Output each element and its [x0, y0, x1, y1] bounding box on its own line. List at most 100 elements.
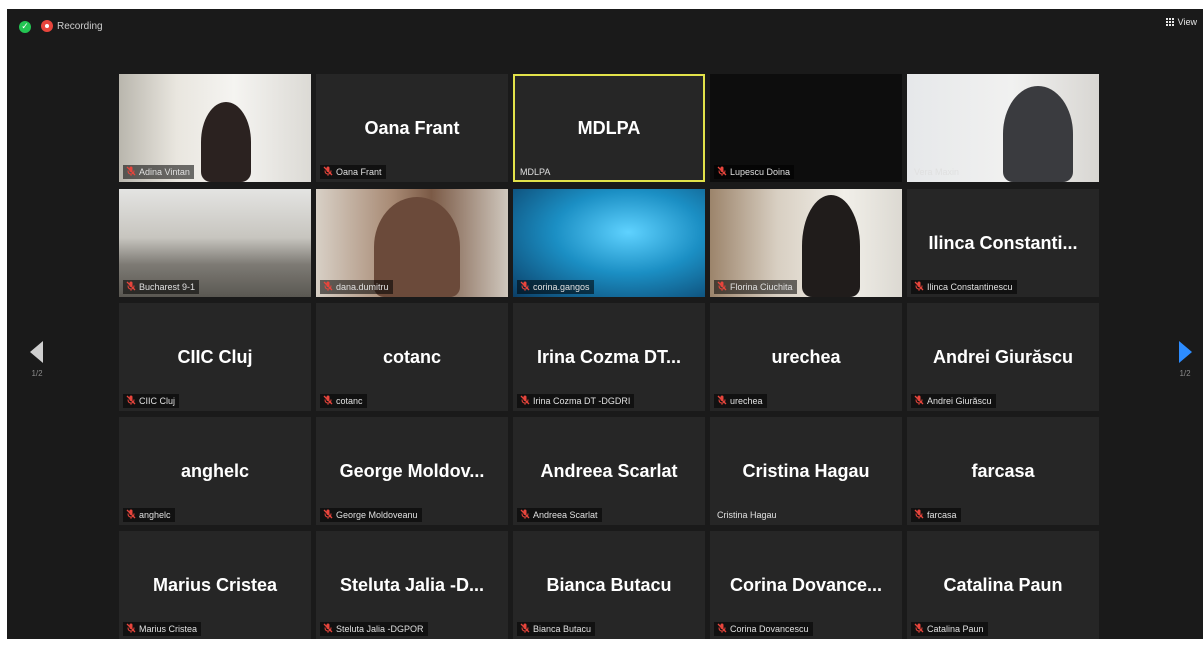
participant-tile[interactable]: Marius Cristea Marius Cristea: [119, 531, 311, 639]
muted-mic-icon: [717, 166, 730, 177]
view-button[interactable]: View: [1165, 17, 1197, 28]
participant-tile[interactable]: Ilinca Constanti... Ilinca Constantinescu: [907, 189, 1099, 297]
participant-name: Bucharest 9-1: [139, 282, 196, 292]
participant-name-label: Steluta Jalia -DGPOR: [320, 622, 428, 636]
person-silhouette: [802, 195, 860, 297]
participant-name: George Moldoveanu: [336, 510, 418, 520]
participant-name-label: Bucharest 9-1: [123, 280, 200, 294]
participant-display-name: Ilinca Constanti...: [928, 233, 1078, 253]
participant-tile[interactable]: Lupescu Doina: [710, 74, 902, 182]
participant-display-name: George Moldov...: [339, 461, 485, 481]
participant-name: CIIC Cluj: [139, 396, 176, 406]
participant-name-label: urechea: [714, 394, 767, 408]
participant-name: urechea: [730, 396, 763, 406]
participant-display-name: Corina Dovance...: [729, 575, 883, 595]
top-bar: ✓ Recording View: [7, 9, 1203, 49]
participant-name: anghelc: [139, 510, 171, 520]
participant-name: Irina Cozma DT -DGDRI: [533, 396, 631, 406]
participant-name: dana.dumitru: [336, 282, 389, 292]
previous-page-button[interactable]: 1/2: [25, 341, 49, 378]
participant-name: Oana Frant: [336, 167, 382, 177]
muted-mic-icon: [717, 281, 730, 292]
muted-mic-icon: [717, 623, 730, 634]
muted-mic-icon: [323, 623, 336, 634]
participant-display-name: farcasa: [971, 461, 1035, 481]
participant-tile[interactable]: cotanc cotanc: [316, 303, 508, 411]
participant-name: Bianca Butacu: [533, 624, 592, 634]
muted-mic-icon: [323, 509, 336, 520]
participant-display-name: Andrei Giurăscu: [932, 347, 1074, 367]
muted-mic-icon: [914, 281, 927, 292]
participant-tile[interactable]: corina.gangos: [513, 189, 705, 297]
next-page-button[interactable]: 1/2: [1173, 341, 1197, 378]
participant-tile[interactable]: George Moldov... George Moldoveanu: [316, 417, 508, 525]
participant-name: Ilinca Constantinescu: [927, 282, 1013, 292]
participant-tile[interactable]: Steluta Jalia -D... Steluta Jalia -DGPOR: [316, 531, 508, 639]
participant-name-label: Bianca Butacu: [517, 622, 596, 636]
participant-name: Catalina Paun: [927, 624, 984, 634]
participant-name-label: dana.dumitru: [320, 280, 393, 294]
participant-name: Marius Cristea: [139, 624, 198, 634]
participant-tile[interactable]: dana.dumitru: [316, 189, 508, 297]
participant-display-name: cotanc: [382, 347, 442, 367]
participant-name-label: MDLPA: [517, 165, 554, 179]
participant-name-label: Vera Maxin: [911, 165, 963, 179]
participant-name: Andreea Scarlat: [533, 510, 598, 520]
page-indicator-right: 1/2: [1179, 369, 1191, 378]
participant-name-label: Oana Frant: [320, 165, 386, 179]
person-silhouette: [1003, 86, 1073, 182]
participant-tile[interactable]: urechea urechea: [710, 303, 902, 411]
participant-name-label: anghelc: [123, 508, 175, 522]
participant-name: farcasa: [927, 510, 957, 520]
participant-tile[interactable]: Irina Cozma DT... Irina Cozma DT -DGDRI: [513, 303, 705, 411]
participant-tile[interactable]: anghelc anghelc: [119, 417, 311, 525]
zoom-meeting-window: ✓ Recording View 1/2 1/2 Adina Vintan Oan…: [7, 9, 1203, 639]
participant-tile[interactable]: Vera Maxin: [907, 74, 1099, 182]
security-shield-icon[interactable]: ✓: [19, 21, 31, 33]
muted-mic-icon: [520, 623, 533, 634]
participant-display-name: urechea: [771, 347, 841, 367]
participant-tile[interactable]: Corina Dovance... Corina Dovancescu: [710, 531, 902, 639]
participant-display-name: Steluta Jalia -D...: [339, 575, 485, 595]
person-silhouette: [201, 102, 251, 182]
muted-mic-icon: [323, 395, 336, 406]
participant-tile[interactable]: Andreea Scarlat Andreea Scarlat: [513, 417, 705, 525]
muted-mic-icon: [914, 509, 927, 520]
participant-tile[interactable]: Bucharest 9-1: [119, 189, 311, 297]
participant-tile[interactable]: Florina Ciuchita: [710, 189, 902, 297]
participant-display-name: Marius Cristea: [152, 575, 278, 595]
participant-name-label: Catalina Paun: [911, 622, 988, 636]
muted-mic-icon: [914, 395, 927, 406]
participant-tile[interactable]: CIIC Cluj CIIC Cluj: [119, 303, 311, 411]
participant-name: Corina Dovancescu: [730, 624, 809, 634]
participant-name: Lupescu Doina: [730, 167, 791, 177]
participant-tile[interactable]: Cristina Hagau Cristina Hagau: [710, 417, 902, 525]
participant-display-name: Bianca Butacu: [546, 575, 672, 595]
participant-display-name: MDLPA: [577, 118, 641, 138]
muted-mic-icon: [126, 623, 139, 634]
participant-name: Steluta Jalia -DGPOR: [336, 624, 424, 634]
participant-tile[interactable]: Bianca Butacu Bianca Butacu: [513, 531, 705, 639]
participant-name: Vera Maxin: [914, 167, 960, 177]
participant-tile[interactable]: Andrei Giurăscu Andrei Giurăscu: [907, 303, 1099, 411]
participant-tile[interactable]: MDLPA MDLPA: [513, 74, 705, 182]
muted-mic-icon: [520, 395, 533, 406]
participant-tile[interactable]: farcasa farcasa: [907, 417, 1099, 525]
participant-display-name: Cristina Hagau: [742, 461, 870, 481]
view-label: View: [1177, 17, 1197, 27]
participant-tile[interactable]: Adina Vintan: [119, 74, 311, 182]
participant-display-name: Andreea Scarlat: [540, 461, 678, 481]
participant-name-label: Irina Cozma DT -DGDRI: [517, 394, 635, 408]
participant-tile[interactable]: Catalina Paun Catalina Paun: [907, 531, 1099, 639]
participant-name-label: cotanc: [320, 394, 367, 408]
chevron-right-icon: [1179, 341, 1192, 363]
participant-name: cotanc: [336, 396, 363, 406]
muted-mic-icon: [520, 509, 533, 520]
participant-name-label: Andrei Giurăscu: [911, 394, 996, 408]
participant-name-label: Andreea Scarlat: [517, 508, 602, 522]
participant-tile[interactable]: Oana Frant Oana Frant: [316, 74, 508, 182]
muted-mic-icon: [126, 395, 139, 406]
participant-name-label: corina.gangos: [517, 280, 594, 294]
muted-mic-icon: [914, 623, 927, 634]
participant-display-name: anghelc: [180, 461, 250, 481]
